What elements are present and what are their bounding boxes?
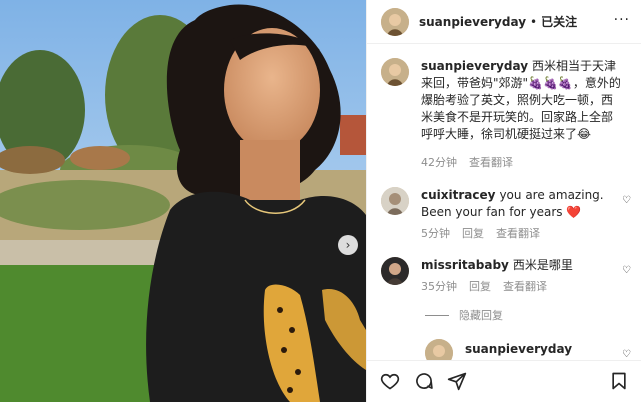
comment-text: 西米是哪里 xyxy=(512,258,573,272)
comment-time[interactable]: 35分钟 xyxy=(421,280,457,293)
action-bar xyxy=(367,360,641,402)
hide-replies-label: 隐藏回复 xyxy=(459,309,503,322)
avatar[interactable] xyxy=(381,7,409,36)
comment-time[interactable]: 5分钟 xyxy=(421,227,450,240)
reply-username[interactable]: suanpieveryday xyxy=(465,342,572,356)
divider xyxy=(425,314,449,316)
instagram-post: › suanpieveryday • 已关注 ··· suanpieveryda… xyxy=(0,0,641,402)
bookmark-icon xyxy=(612,372,626,390)
comment-like-icon[interactable]: ♡ xyxy=(622,265,631,276)
heart-icon xyxy=(380,373,400,390)
reply-button[interactable]: 回复 xyxy=(462,227,484,240)
share-button[interactable] xyxy=(446,370,468,392)
post-side-panel: suanpieveryday • 已关注 ··· suanpieveryday 西… xyxy=(366,0,641,402)
caption-time[interactable]: 42分钟 xyxy=(421,156,457,169)
caption-meta: 42分钟 查看翻译 xyxy=(421,154,525,170)
avatar[interactable] xyxy=(381,187,409,215)
next-image-button[interactable]: › xyxy=(338,235,358,255)
comment-button[interactable] xyxy=(413,370,435,392)
paper-plane-icon xyxy=(447,372,467,391)
post-header: suanpieveryday • 已关注 ··· xyxy=(367,0,641,44)
comment-username[interactable]: missritababy xyxy=(421,258,509,272)
save-button[interactable] xyxy=(608,370,630,392)
comment-icon xyxy=(416,373,433,389)
see-translation-link[interactable]: 查看翻译 xyxy=(503,280,547,293)
comment-username[interactable]: cuixitracey xyxy=(421,188,495,202)
see-translation-link[interactable]: 查看翻译 xyxy=(469,156,513,169)
caption-body: suanpieveryday 西米相当于天津来回，带爸妈"郊游"🍇🍇🍇，意外的爆胎… xyxy=(421,58,621,143)
avatar[interactable] xyxy=(381,257,409,285)
header-username[interactable]: suanpieveryday xyxy=(419,15,526,29)
comment-meta: 5分钟 回复 查看翻译 xyxy=(421,225,552,241)
reply-button[interactable]: 回复 xyxy=(469,280,491,293)
more-options-icon[interactable]: ··· xyxy=(614,12,630,28)
photo-illustration xyxy=(0,0,366,402)
comment-like-icon[interactable]: ♡ xyxy=(622,195,631,206)
separator-dot: • xyxy=(530,14,538,29)
chevron-right-icon: › xyxy=(345,238,351,252)
reply-body: suanpieveryday xyxy=(465,341,641,358)
comment-body: missritababy 西米是哪里 xyxy=(421,257,621,274)
hide-replies-button[interactable]: 隐藏回复 xyxy=(425,307,503,323)
like-button[interactable] xyxy=(379,370,401,392)
comments-list: suanpieveryday 西米相当于天津来回，带爸妈"郊游"🍇🍇🍇，意外的爆胎… xyxy=(367,44,641,360)
comment-like-icon[interactable]: ♡ xyxy=(622,349,631,360)
comment-meta: 35分钟 回复 查看翻译 xyxy=(421,278,559,294)
avatar[interactable] xyxy=(425,339,453,360)
post-photo[interactable]: › xyxy=(0,0,366,402)
comment-body: cuixitracey you are amazing. Been your fa… xyxy=(421,187,621,221)
avatar[interactable] xyxy=(381,58,409,86)
see-translation-link[interactable]: 查看翻译 xyxy=(496,227,540,240)
follow-button[interactable]: 已关注 xyxy=(541,13,577,30)
caption-username[interactable]: suanpieveryday xyxy=(421,59,528,73)
